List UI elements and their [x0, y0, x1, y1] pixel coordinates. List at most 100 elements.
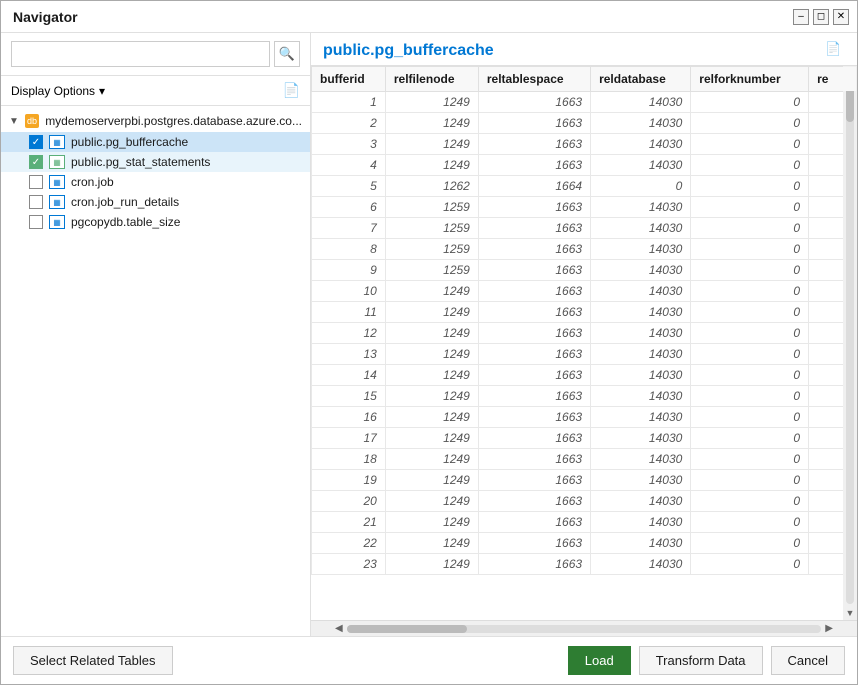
table-cell: 1249 — [385, 386, 478, 407]
minimize-button[interactable]: – — [793, 9, 809, 25]
tree-item-buffercache[interactable]: ✓ ▦ public.pg_buffercache — [1, 132, 310, 152]
col-reltablespace: reltablespace — [478, 67, 590, 92]
table-cell: 8 — [312, 239, 386, 260]
scroll-left-arrow[interactable]: ◀ — [331, 623, 347, 634]
tree-item-pgcopydb-table-size[interactable]: ▦ pgcopydb.table_size — [1, 212, 310, 232]
table-cell: 6 — [312, 197, 386, 218]
preview-header: public.pg_buffercache 📄 — [311, 33, 857, 66]
table-cell: 1663 — [478, 134, 590, 155]
table-cell: 1 — [312, 92, 386, 113]
table-cell: 1249 — [385, 92, 478, 113]
table-cell: 14030 — [591, 428, 691, 449]
select-related-tables-button[interactable]: Select Related Tables — [13, 646, 173, 675]
table-row: 2012491663140300 — [312, 491, 857, 512]
restore-button[interactable]: ◻ — [813, 9, 829, 25]
checkbox-cron-job-run-details[interactable] — [29, 195, 43, 209]
preview-title: public.pg_buffercache — [323, 42, 494, 60]
table-cell: 0 — [691, 302, 809, 323]
table-cell: 14030 — [591, 512, 691, 533]
table-cell: 1663 — [478, 428, 590, 449]
table-cell: 4 — [312, 155, 386, 176]
table-row: 412491663140300 — [312, 155, 857, 176]
table-cell: 14030 — [591, 533, 691, 554]
tree-item-stat-statements[interactable]: ✓ ▦ public.pg_stat_statements — [1, 152, 310, 172]
table-cell: 0 — [691, 281, 809, 302]
table-cell: 7 — [312, 218, 386, 239]
table-cell: 0 — [691, 92, 809, 113]
scroll-down-arrow[interactable]: ▼ — [846, 606, 855, 620]
table-cell: 14030 — [591, 260, 691, 281]
tree-item-label-buffercache: public.pg_buffercache — [71, 135, 188, 149]
scroll-right-arrow[interactable]: ▶ — [821, 623, 837, 634]
table-cell: 14030 — [591, 197, 691, 218]
table-cell: 1663 — [478, 365, 590, 386]
table-cell: 0 — [691, 197, 809, 218]
window-title: Navigator — [13, 9, 78, 25]
horizontal-scrollbar[interactable]: ◀ ▶ — [311, 620, 857, 636]
checkbox-pgcopydb-table-size[interactable] — [29, 215, 43, 229]
tree-item-cron-job[interactable]: ▦ cron.job — [1, 172, 310, 192]
table-cell: 1663 — [478, 554, 590, 575]
table-cell: 20 — [312, 491, 386, 512]
table-cell: 14030 — [591, 491, 691, 512]
table-cell: 1663 — [478, 260, 590, 281]
close-button[interactable]: ✕ — [833, 9, 849, 25]
table-row: 112491663140300 — [312, 92, 857, 113]
table-cell: 1663 — [478, 512, 590, 533]
table-cell: 1663 — [478, 197, 590, 218]
checkbox-cron-job[interactable] — [29, 175, 43, 189]
table-row: 2212491663140300 — [312, 533, 857, 554]
table-cell: 0 — [691, 323, 809, 344]
table-cell: 1663 — [478, 449, 590, 470]
tree-item-label-pgcopydb-table-size: pgcopydb.table_size — [71, 215, 180, 229]
table-cell: 1663 — [478, 92, 590, 113]
table-cell: 0 — [691, 113, 809, 134]
table-row: 812591663140300 — [312, 239, 857, 260]
table-row: 312491663140300 — [312, 134, 857, 155]
table-cell: 1249 — [385, 113, 478, 134]
display-options-button[interactable]: Display Options ▾ — [11, 84, 105, 98]
search-input[interactable] — [11, 41, 270, 67]
table-row: 1612491663140300 — [312, 407, 857, 428]
chevron-down-icon: ▾ — [99, 84, 105, 98]
table-cell: 0 — [691, 260, 809, 281]
table-row: 1212491663140300 — [312, 323, 857, 344]
export-icon[interactable]: 📄 — [825, 41, 845, 61]
title-bar: Navigator – ◻ ✕ — [1, 1, 857, 33]
vertical-scrollbar[interactable]: ▲ ▼ — [843, 66, 857, 620]
search-button[interactable]: 🔍 — [274, 41, 300, 67]
table-cell: 1262 — [385, 176, 478, 197]
checkbox-buffercache[interactable]: ✓ — [29, 135, 43, 149]
search-bar: 🔍 — [1, 33, 310, 76]
table-cell: 1249 — [385, 512, 478, 533]
table-cell: 22 — [312, 533, 386, 554]
preview-icon[interactable]: 📄 — [283, 82, 300, 99]
table-header-row: bufferid relfilenode reltablespace relda… — [312, 67, 857, 92]
table-cell: 1259 — [385, 239, 478, 260]
col-relfilenode: relfilenode — [385, 67, 478, 92]
chevron-down-icon: ▼ — [9, 116, 19, 127]
tree-item-label-stat-statements: public.pg_stat_statements — [71, 155, 210, 169]
table-cell: 1249 — [385, 281, 478, 302]
data-table-container[interactable]: bufferid relfilenode reltablespace relda… — [311, 66, 857, 620]
table-cell: 1663 — [478, 386, 590, 407]
tree-item-cron-job-run-details[interactable]: ▦ cron.job_run_details — [1, 192, 310, 212]
table-cell: 1249 — [385, 428, 478, 449]
server-label: mydemoserverpbi.postgres.database.azure.… — [45, 114, 302, 128]
table-cell: 1249 — [385, 155, 478, 176]
table-cell: 14030 — [591, 92, 691, 113]
table-cell: 1663 — [478, 281, 590, 302]
load-button[interactable]: Load — [568, 646, 631, 675]
tree-server-node[interactable]: ▼ db mydemoserverpbi.postgres.database.a… — [1, 110, 310, 132]
table-row: 712591663140300 — [312, 218, 857, 239]
checkbox-stat-statements[interactable]: ✓ — [29, 155, 43, 169]
cancel-button[interactable]: Cancel — [771, 646, 845, 675]
table-cell: 1664 — [478, 176, 590, 197]
table-cell: 12 — [312, 323, 386, 344]
table-cell: 14030 — [591, 239, 691, 260]
table-cell: 0 — [691, 407, 809, 428]
transform-data-button[interactable]: Transform Data — [639, 646, 763, 675]
table-cell: 14030 — [591, 365, 691, 386]
table-icon-buffercache: ▦ — [49, 135, 65, 149]
table-cell: 14030 — [591, 386, 691, 407]
